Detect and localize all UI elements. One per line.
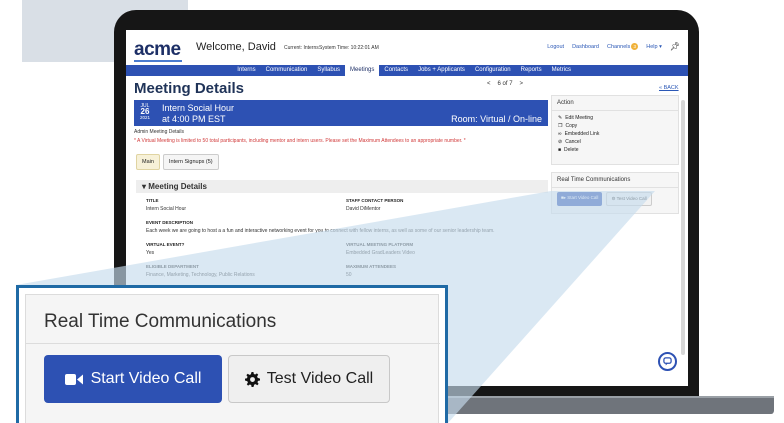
channels-badge: 3	[631, 43, 639, 50]
caret-down-icon: ▾	[142, 182, 147, 191]
department-value: Finance, Marketing, Technology, Public R…	[146, 272, 255, 278]
section-title: Meeting Details	[148, 182, 207, 191]
date-block: JUL 26 2021	[139, 103, 151, 121]
action-label: Delete	[564, 147, 579, 153]
rtc-buttons-small: ■▸ Start Video Call ⚙ Test Video Call	[552, 188, 678, 210]
nav-contacts[interactable]: Contacts	[379, 65, 413, 76]
pin-icon[interactable]: 📌︎	[670, 42, 680, 51]
nav-syllabus[interactable]: Syllabus	[312, 65, 345, 76]
nav-communication[interactable]: Communication	[261, 65, 313, 76]
nav-jobs-applicants[interactable]: Jobs + Applicants	[413, 65, 470, 76]
nav-metrics[interactable]: Metrics	[547, 65, 576, 76]
start-video-call-button-small[interactable]: ■▸ Start Video Call	[557, 192, 603, 206]
test-video-call-button[interactable]: Test Video Call	[228, 355, 390, 403]
meeting-title: Intern Social Hour	[162, 103, 235, 113]
nav-meetings[interactable]: Meetings	[345, 65, 380, 76]
nav-interns[interactable]: Interns	[232, 65, 260, 76]
trash-icon: ■	[558, 147, 562, 153]
action-panel: Action ✎ Edit Meeting ❐ Copy ∞ Embedded Lin…	[551, 95, 679, 165]
action-label: Cancel	[565, 139, 581, 145]
next-icon[interactable]: >	[520, 81, 524, 87]
start-video-call-button[interactable]: Start Video Call	[44, 355, 222, 403]
edit-meeting-action[interactable]: ✎ Edit Meeting	[552, 114, 678, 122]
platform-label: VIRTUAL MEETING PLATFORM	[346, 242, 414, 247]
action-label: Edit Meeting	[565, 115, 593, 121]
pager: < 6 of 7 >	[487, 81, 523, 87]
back-link[interactable]: « BACK	[659, 85, 679, 91]
description-label: EVENT DESCRIPTION	[146, 220, 194, 225]
description-value: Each week we are going to host a a fun a…	[146, 228, 495, 234]
link-icon: ∞	[558, 131, 562, 137]
main-nav: Interns Communication Syllabus Meetings …	[126, 65, 688, 76]
logout-link[interactable]: Logout	[547, 44, 564, 50]
max-attendees-label: MAXIMUM ATTENDEES	[346, 264, 396, 269]
tab-intern-signups[interactable]: Intern Signups (5)	[162, 154, 219, 170]
title-value: Intern Social Hour	[146, 206, 187, 212]
copy-icon: ❐	[558, 123, 563, 129]
channels-link[interactable]: Channels 3	[606, 43, 639, 50]
attendee-warning: * A Virtual Meeting is limited to 50 tot…	[134, 138, 466, 144]
department-label: ELIGIBLE DEPARTMENT	[146, 264, 199, 269]
test-label-small: Test Video Call	[616, 196, 647, 201]
meeting-room: Room: Virtual / On-line	[451, 114, 542, 124]
pencil-icon: ✎	[558, 115, 563, 121]
action-label: Embedded Link	[564, 131, 600, 137]
title-label: TITLE	[146, 198, 159, 203]
scrollbar[interactable]	[681, 100, 685, 355]
max-attendees-value: 50	[346, 272, 352, 278]
rtc-panel-zoomed: Real Time Communications Start Video Cal…	[25, 294, 440, 423]
help-menu[interactable]: Help ▾	[646, 44, 662, 50]
copy-action[interactable]: ❐ Copy	[552, 122, 678, 130]
zoom-callout: Real Time Communications Start Video Cal…	[16, 285, 448, 423]
start-video-call-label: Start Video Call	[90, 370, 202, 387]
dashboard-link[interactable]: Dashboard	[572, 44, 599, 50]
embedded-link-action[interactable]: ∞ Embedded Link	[552, 130, 678, 138]
cancel-action[interactable]: ⊘ Cancel	[552, 138, 678, 146]
system-time: System Time: 10:22:01 AM	[319, 45, 379, 51]
acme-logo[interactable]: acme	[134, 39, 181, 61]
page-title: Meeting Details	[134, 80, 245, 97]
chat-bubble-icon	[663, 357, 672, 366]
virtual-label: VIRTUAL EVENT?	[146, 242, 185, 247]
section-meeting-details[interactable]: ▾ Meeting Details	[136, 180, 548, 193]
action-title: Action	[552, 96, 678, 111]
platform-value: Embedded GradLeaders Video	[346, 250, 415, 256]
video-camera-icon: ■▸	[561, 195, 566, 200]
rtc-title-small: Real Time Communications	[552, 173, 678, 188]
admin-label: Admin Meeting Details	[134, 129, 185, 135]
app-header: acme Welcome, David Current: Interns Sys…	[126, 30, 688, 64]
virtual-value: Yes	[146, 250, 155, 256]
nav-reports[interactable]: Reports	[516, 65, 547, 76]
logo-underline	[134, 60, 182, 62]
channels-label: Channels	[606, 44, 631, 50]
nav-configuration[interactable]: Configuration	[470, 65, 516, 76]
staff-label: STAFF CONTACT PERSON	[346, 198, 404, 203]
gear-icon	[244, 371, 260, 387]
tabs: Main Intern Signups (5)	[136, 154, 219, 170]
ban-icon: ⊘	[558, 139, 563, 145]
meeting-header: JUL 26 2021 Intern Social Hour at 4:00 P…	[134, 100, 548, 126]
test-video-call-button-small[interactable]: ⚙ Test Video Call	[606, 192, 652, 206]
date-year: 2021	[139, 115, 150, 120]
staff-value: David DiMentor	[346, 206, 381, 212]
current-role: Current: Interns	[284, 45, 319, 51]
tab-main[interactable]: Main	[136, 154, 160, 170]
action-label: Copy	[565, 123, 578, 129]
test-video-call-label: Test Video Call	[266, 370, 374, 387]
delete-action[interactable]: ■ Delete	[552, 146, 678, 154]
chat-bubble-button[interactable]	[658, 352, 677, 371]
video-camera-icon	[64, 373, 83, 385]
welcome-text: Welcome, David	[196, 41, 276, 53]
header-links: Logout Dashboard Channels 3 Help ▾ 📌︎	[547, 42, 680, 51]
action-list: ✎ Edit Meeting ❐ Copy ∞ Embedded Link ⊘ Canc…	[552, 111, 678, 154]
gear-icon: ⚙	[611, 196, 616, 201]
pager-label: 6 of 7	[497, 81, 513, 87]
start-label-small: Start Video Call	[567, 195, 599, 200]
rtc-panel-small: Real Time Communications ■▸ Start Video …	[551, 172, 679, 214]
rtc-title-zoomed: Real Time Communications	[44, 311, 277, 332]
prev-icon[interactable]: <	[487, 81, 491, 87]
stage: acme Welcome, David Current: Interns Sys…	[0, 0, 784, 423]
rtc-divider	[26, 343, 440, 344]
meeting-time: at 4:00 PM EST	[162, 114, 226, 124]
